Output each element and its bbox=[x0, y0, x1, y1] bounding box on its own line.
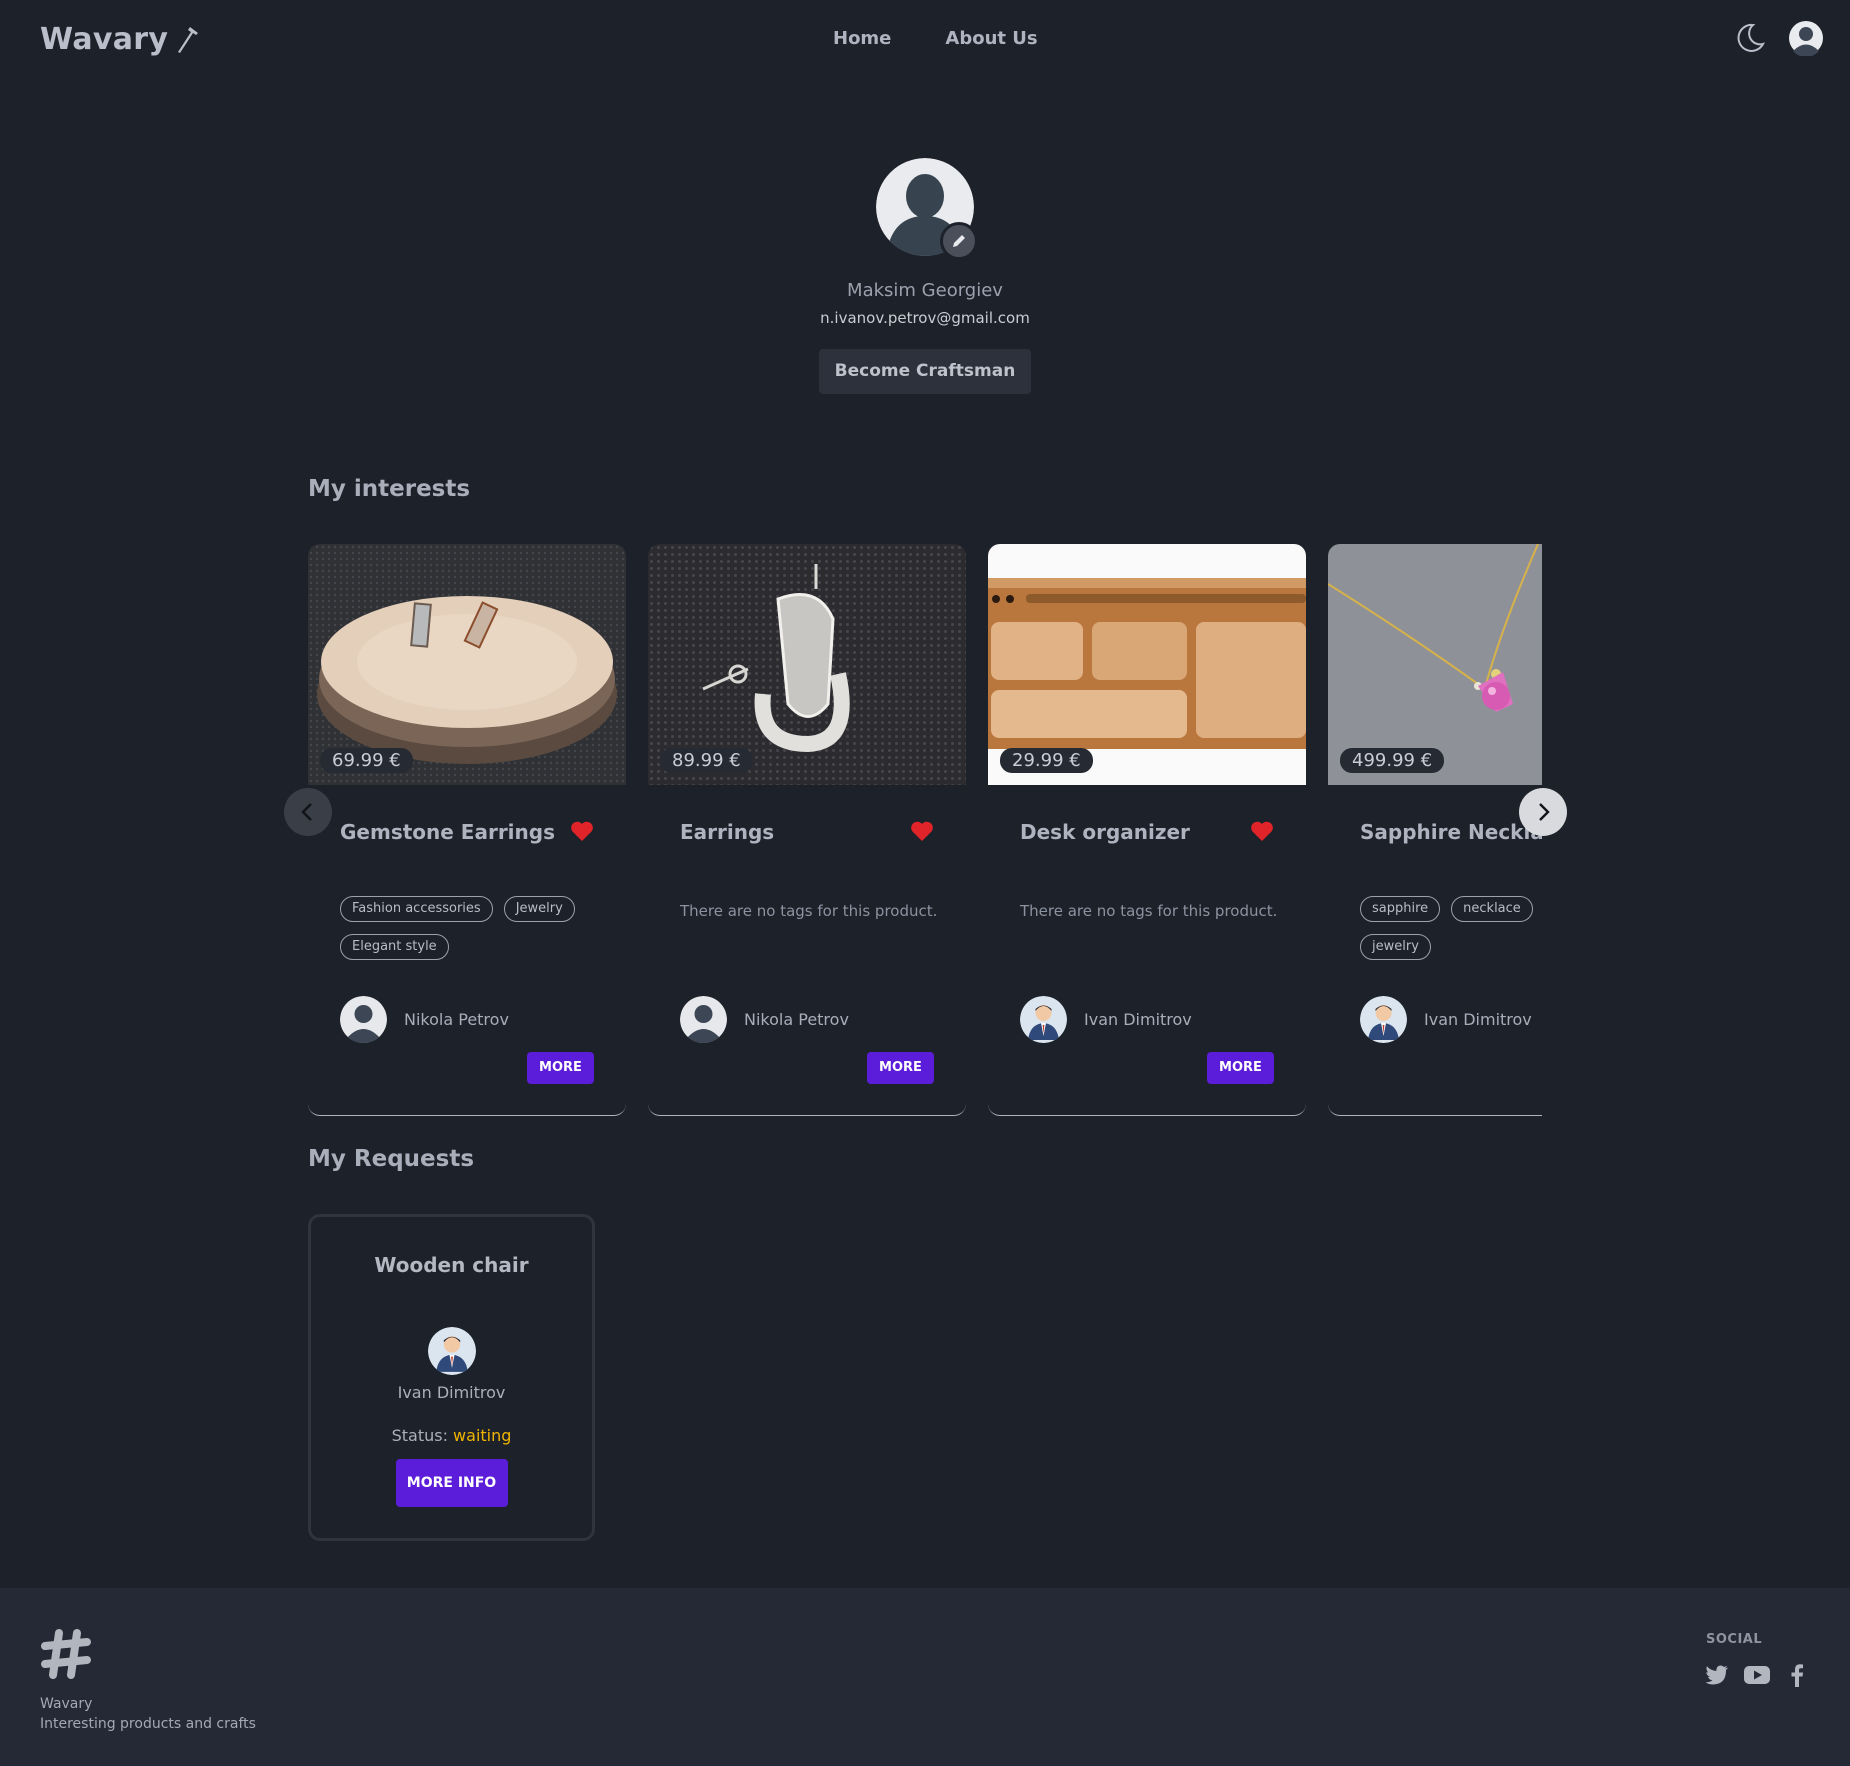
product-card: 29.99 € Desk organizer There are no tags… bbox=[988, 544, 1306, 1116]
no-tags-message: There are no tags for this product. bbox=[1020, 902, 1278, 920]
product-image[interactable]: 69.99 € bbox=[308, 544, 626, 785]
interests-carousel: 69.99 € Gemstone Earrings Fashion access… bbox=[308, 544, 1542, 1118]
product-image[interactable]: 499.99 € bbox=[1328, 544, 1542, 785]
brand-name: Wavary bbox=[40, 22, 169, 57]
seller-info[interactable]: Ivan Dimitrov bbox=[1020, 996, 1192, 1043]
product-card: 499.99 € Sapphire Necklace sapphire neck… bbox=[1328, 544, 1542, 1116]
price-badge: 69.99 € bbox=[320, 748, 413, 773]
product-card: 89.99 € Earrings There are no tags for t… bbox=[648, 544, 966, 1116]
tag[interactable]: necklace bbox=[1451, 896, 1533, 922]
seller-name: Nikola Petrov bbox=[744, 1010, 849, 1029]
product-title[interactable]: Sapphire Necklace bbox=[1360, 820, 1542, 844]
carousel-prev-button[interactable] bbox=[284, 788, 332, 836]
tag[interactable]: Fashion accessories bbox=[340, 896, 493, 922]
youtube-icon[interactable] bbox=[1744, 1662, 1770, 1688]
price-badge: 499.99 € bbox=[1340, 748, 1445, 773]
social-title: SOCIAL bbox=[1706, 1632, 1763, 1647]
profile-section: Maksim Georgiev n.ivanov.petrov@gmail.co… bbox=[0, 158, 1850, 394]
twitter-icon[interactable] bbox=[1704, 1662, 1730, 1688]
price-badge: 89.99 € bbox=[660, 748, 753, 773]
no-tags-message: There are no tags for this product. bbox=[680, 902, 938, 920]
request-title: Wooden chair bbox=[374, 1253, 529, 1277]
seller-info[interactable]: Nikola Petrov bbox=[340, 996, 509, 1043]
product-title[interactable]: Desk organizer bbox=[1020, 820, 1190, 844]
social-links bbox=[1704, 1662, 1810, 1688]
top-navbar: Wavary Home About Us bbox=[0, 0, 1850, 82]
product-title[interactable]: Gemstone Earrings bbox=[340, 820, 555, 844]
avatar bbox=[680, 996, 727, 1043]
request-card: Wooden chair Ivan Dimitrov Status: waiti… bbox=[308, 1214, 595, 1541]
more-button[interactable]: MORE bbox=[867, 1052, 934, 1084]
seller-info[interactable]: Ivan Dimitrov bbox=[1360, 996, 1532, 1043]
tag[interactable]: sapphire bbox=[1360, 896, 1441, 922]
nav-actions bbox=[1732, 20, 1824, 56]
user-avatar-icon[interactable] bbox=[1788, 20, 1824, 56]
product-image[interactable]: 29.99 € bbox=[988, 544, 1306, 785]
footer: Wavary Interesting products and crafts S… bbox=[0, 1588, 1850, 1766]
tag[interactable]: Jewelry bbox=[503, 896, 575, 922]
requests-title: My Requests bbox=[308, 1146, 475, 1172]
heart-icon[interactable] bbox=[1250, 820, 1274, 842]
profile-email: n.ivanov.petrov@gmail.com bbox=[820, 309, 1030, 327]
more-info-button[interactable]: MORE INFO bbox=[395, 1459, 508, 1507]
more-button[interactable]: MORE bbox=[1207, 1052, 1274, 1084]
request-status: Status: waiting bbox=[311, 1426, 592, 1445]
avatar bbox=[1360, 996, 1407, 1043]
product-card: 69.99 € Gemstone Earrings Fashion access… bbox=[308, 544, 626, 1116]
nav-link-about-us[interactable]: About Us bbox=[945, 28, 1037, 49]
edit-avatar-button[interactable] bbox=[940, 222, 978, 260]
become-craftsman-button[interactable]: Become Craftsman bbox=[818, 349, 1032, 394]
hammer-icon bbox=[178, 26, 199, 53]
avatar bbox=[340, 996, 387, 1043]
profile-avatar[interactable] bbox=[876, 158, 978, 260]
pencil-icon bbox=[953, 235, 965, 247]
tag[interactable]: jewelry bbox=[1360, 934, 1431, 960]
tag-list: Fashion accessories Jewelry Elegant styl… bbox=[340, 896, 610, 960]
product-title[interactable]: Earrings bbox=[680, 820, 774, 844]
moon-icon[interactable] bbox=[1732, 20, 1768, 56]
status-badge: waiting bbox=[453, 1426, 512, 1445]
more-button[interactable]: MORE bbox=[527, 1052, 594, 1084]
price-badge: 29.99 € bbox=[1000, 748, 1093, 773]
chevron-right-icon bbox=[1539, 803, 1550, 821]
chevron-left-icon bbox=[301, 803, 312, 821]
tag[interactable]: Elegant style bbox=[340, 934, 449, 960]
footer-brand-name: Wavary bbox=[40, 1696, 93, 1712]
status-label: Status: bbox=[391, 1426, 448, 1445]
seller-name: Ivan Dimitrov bbox=[1084, 1010, 1192, 1029]
seller-name: Ivan Dimitrov bbox=[1424, 1010, 1532, 1029]
seller-name: Nikola Petrov bbox=[404, 1010, 509, 1029]
avatar bbox=[427, 1327, 476, 1375]
seller-info[interactable]: Nikola Petrov bbox=[680, 996, 849, 1043]
avatar bbox=[1020, 996, 1067, 1043]
nav-links: Home About Us bbox=[833, 28, 1038, 49]
heart-icon[interactable] bbox=[910, 820, 934, 842]
request-craftsman-name: Ivan Dimitrov bbox=[397, 1383, 506, 1402]
facebook-icon[interactable] bbox=[1784, 1662, 1810, 1688]
interests-title: My interests bbox=[308, 476, 471, 502]
product-image[interactable]: 89.99 € bbox=[648, 544, 966, 785]
profile-name: Maksim Georgiev bbox=[847, 280, 1003, 301]
nav-link-home[interactable]: Home bbox=[833, 28, 891, 49]
heart-icon[interactable] bbox=[570, 820, 594, 842]
brand-logo[interactable]: Wavary bbox=[40, 22, 202, 57]
footer-tagline: Interesting products and crafts bbox=[40, 1716, 256, 1732]
hashtag-logo-icon bbox=[41, 1629, 91, 1679]
carousel-next-button[interactable] bbox=[1519, 788, 1567, 836]
tag-list: sapphire necklace elegant jewelry bbox=[1360, 896, 1542, 960]
